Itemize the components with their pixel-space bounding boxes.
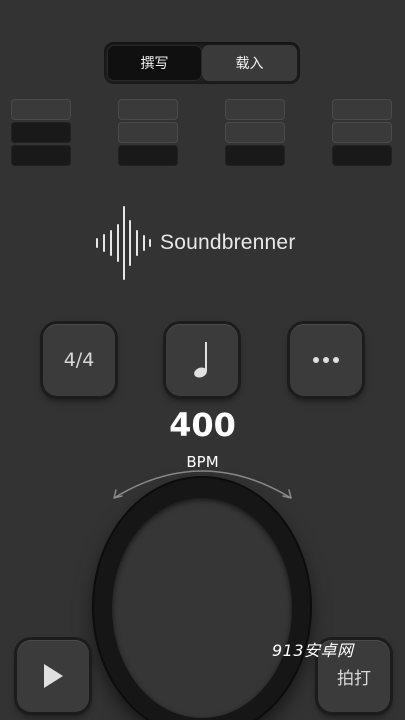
quarter-note-icon bbox=[194, 342, 207, 378]
play-button[interactable] bbox=[17, 640, 89, 712]
watermark: 913安卓网 bbox=[272, 641, 354, 660]
beat-cell[interactable] bbox=[225, 122, 285, 143]
tab-compose[interactable]: 撰写 bbox=[107, 45, 202, 81]
brand-name: Soundbrenner bbox=[160, 231, 296, 254]
tab-load[interactable]: 载入 bbox=[202, 45, 297, 81]
beat-cell[interactable] bbox=[332, 145, 392, 166]
time-signature-button[interactable]: 4/4 bbox=[43, 324, 115, 396]
beat-cell[interactable] bbox=[332, 99, 392, 120]
tempo-dial[interactable] bbox=[94, 478, 310, 720]
time-signature-label: 4/4 bbox=[63, 349, 95, 371]
more-icon bbox=[313, 357, 339, 363]
beat-column-4[interactable] bbox=[332, 99, 392, 167]
metronome-screen: 撰写 载入 Soundbrenner 4/4 400 BPM 拍打 913安卓网 bbox=[0, 0, 405, 720]
beat-cell[interactable] bbox=[118, 122, 178, 143]
mode-switch: 撰写 载入 bbox=[104, 42, 300, 84]
beat-cell[interactable] bbox=[225, 145, 285, 166]
beat-cell[interactable] bbox=[11, 99, 71, 120]
brand-logo: Soundbrenner bbox=[94, 205, 296, 281]
tempo-dial-center[interactable] bbox=[112, 498, 292, 718]
more-options-button[interactable] bbox=[290, 324, 362, 396]
beat-cell[interactable] bbox=[332, 122, 392, 143]
beat-cell[interactable] bbox=[118, 145, 178, 166]
soundwave-icon bbox=[96, 206, 151, 280]
tempo-value: 400 bbox=[169, 406, 236, 444]
beat-column-1[interactable] bbox=[11, 99, 71, 167]
play-icon bbox=[44, 664, 63, 688]
beat-cell[interactable] bbox=[11, 122, 71, 143]
beat-column-3[interactable] bbox=[225, 99, 285, 167]
tap-label: 拍打 bbox=[337, 668, 371, 689]
beat-column-2[interactable] bbox=[118, 99, 178, 167]
beat-cell[interactable] bbox=[118, 99, 178, 120]
subdivision-button[interactable] bbox=[166, 324, 238, 396]
beat-cell[interactable] bbox=[225, 99, 285, 120]
beat-cell[interactable] bbox=[11, 145, 71, 166]
